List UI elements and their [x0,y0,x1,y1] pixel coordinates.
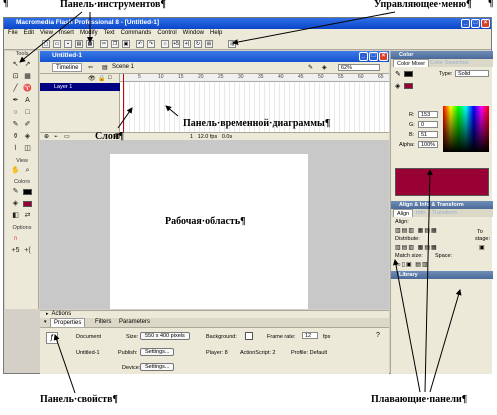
menu-arrow [232,11,396,46]
timeline-arrow [165,105,179,117]
tools-arrow [19,11,83,63]
properties-arrow [53,334,76,394]
floating-arrow-1 [392,259,421,393]
layers-arrow [117,107,133,129]
floating-arrow-3 [429,289,462,393]
annotation-arrows [19,11,462,394]
floating-arrow-2 [424,169,433,393]
